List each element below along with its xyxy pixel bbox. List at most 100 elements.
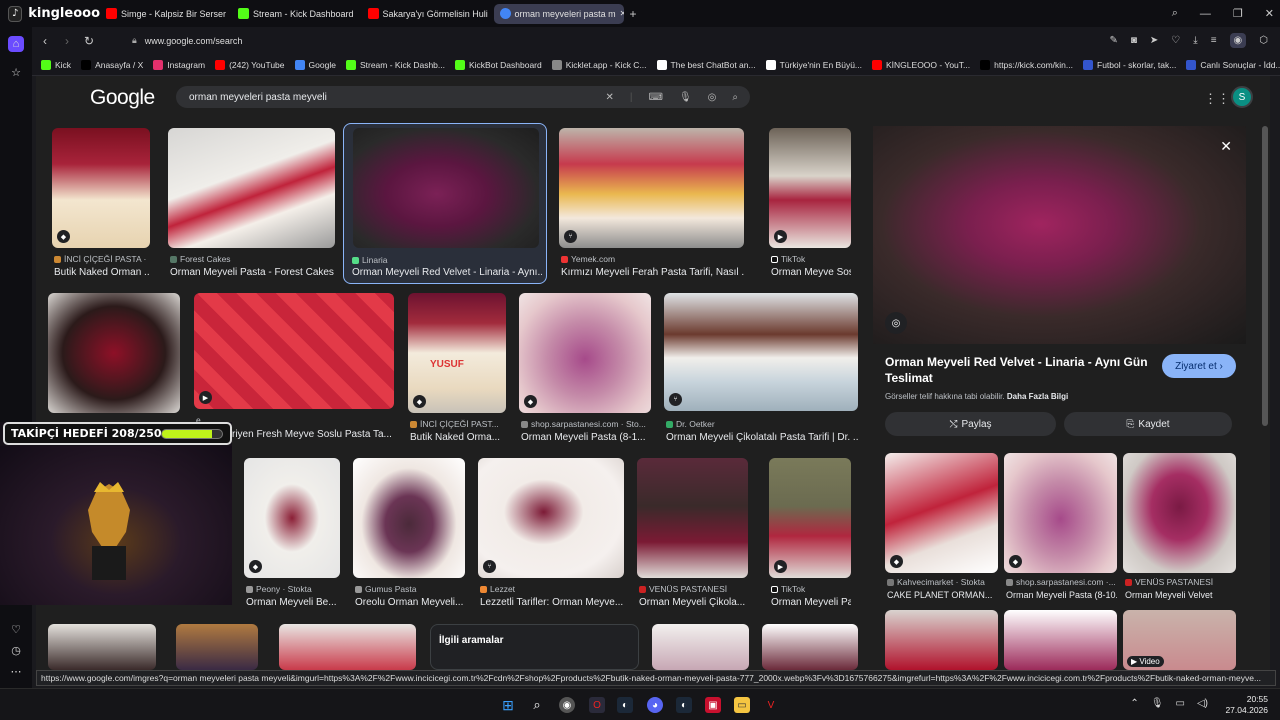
- windows-start-icon[interactable]: ⊞: [500, 697, 516, 713]
- app-icon[interactable]: ▣: [705, 697, 721, 713]
- result-title[interactable]: CAKE PLANET ORMAN...: [887, 590, 998, 600]
- preview-title[interactable]: Orman Meyveli Red Velvet - Linaria - Ayn…: [885, 354, 1155, 386]
- result-thumbnail[interactable]: [168, 128, 335, 248]
- lens-icon[interactable]: ◎: [708, 92, 717, 103]
- result-title[interactable]: Kırmızı Meyveli Ferah Pasta Tarifi, Nası…: [561, 267, 744, 278]
- bookmark-item[interactable]: Google: [294, 59, 336, 70]
- image-result[interactable]: Forest Cakes Orman Meyveli Pasta - Fores…: [168, 128, 335, 282]
- image-result[interactable]: [176, 624, 258, 670]
- back-icon[interactable]: ‹: [34, 34, 56, 48]
- result-thumbnail[interactable]: ◆: [244, 458, 340, 578]
- tab-2[interactable]: Sakarya'yı Görmelisin Huli: [362, 4, 492, 24]
- panel-scrollbar[interactable]: [1262, 126, 1268, 426]
- visit-button[interactable]: Ziyaret et ›: [1162, 354, 1236, 378]
- bookmark-item[interactable]: Stream - Kick Dashb...: [345, 59, 445, 70]
- image-result[interactable]: [48, 293, 180, 413]
- image-result[interactable]: ⑂ Lezzet Lezzetli Tarifler: Orman Meyve.…: [478, 458, 624, 613]
- send-icon[interactable]: ➤: [1150, 35, 1158, 46]
- result-thumbnail[interactable]: ▶: [769, 128, 851, 248]
- result-title[interactable]: Butik Naked Orman ...: [54, 267, 150, 278]
- related-image[interactable]: ◆ shop.sarpastanesi.com ·... Orman Meyve…: [1004, 453, 1117, 603]
- share-button[interactable]: ⤭ Paylaş: [885, 412, 1056, 436]
- minimize-icon[interactable]: —: [1200, 8, 1211, 20]
- result-thumbnail[interactable]: ◆: [52, 128, 150, 248]
- display-icon[interactable]: ▭: [1176, 698, 1185, 709]
- result-thumbnail[interactable]: ◆ YUSUF: [408, 293, 506, 413]
- system-clock[interactable]: 20:55 27.04.2026: [1225, 694, 1268, 716]
- result-title[interactable]: Orman Meyveli Çikolatalı Pasta Tarifi | …: [666, 432, 858, 443]
- tab-3-active[interactable]: orman meyveleri pasta m ✕: [493, 3, 624, 24]
- image-result[interactable]: ⑂ Dr. Oetker Orman Meyveli Çikolatalı Pa…: [664, 293, 858, 449]
- result-thumbnail[interactable]: ▶: [769, 458, 851, 578]
- related-image[interactable]: [885, 610, 998, 670]
- image-result[interactable]: ▶ TikTok Orman Meyveli Pa...: [769, 458, 851, 613]
- download-icon[interactable]: ⤓: [1193, 35, 1197, 46]
- tab-1[interactable]: Stream - Kick Dashboard: [232, 4, 360, 24]
- forward-icon[interactable]: ›: [56, 34, 78, 48]
- lens-search-icon[interactable]: ◎: [885, 312, 907, 334]
- image-result[interactable]: ◆ İNCİ ÇİÇEĞİ PASTA · Butik Naked Orman …: [52, 128, 150, 282]
- result-thumbnail[interactable]: [1123, 453, 1236, 573]
- edit-icon[interactable]: ✎: [1109, 35, 1117, 46]
- result-title[interactable]: Orman Meyveli Velvet: [1125, 590, 1236, 600]
- image-result[interactable]: ▶ TikTok Orman Meyve Sosl...: [769, 128, 851, 282]
- more-icon[interactable]: ⋯: [8, 663, 24, 679]
- heart-icon[interactable]: ♡: [8, 621, 24, 637]
- steam-icon-2[interactable]: ◐: [676, 697, 692, 713]
- result-title[interactable]: riyen Fresh Meyve Soslu Pasta Ta...: [232, 429, 394, 440]
- result-thumbnail[interactable]: [48, 293, 180, 413]
- new-tab-icon[interactable]: +: [630, 7, 637, 21]
- star-icon[interactable]: ☆: [8, 64, 24, 80]
- result-title[interactable]: Oreolu Orman Meyveli...: [355, 597, 465, 608]
- result-thumbnail[interactable]: ◆: [1004, 453, 1117, 573]
- image-result[interactable]: ⑂ Yemek.com Kırmızı Meyveli Ferah Pasta …: [559, 128, 744, 282]
- url-field[interactable]: 🔒︎ www.google.com/search: [132, 31, 1132, 50]
- bookmark-item[interactable]: Kicklet.app - Kick C...: [551, 59, 647, 70]
- image-result[interactable]: [48, 624, 156, 670]
- history-icon[interactable]: ◷: [8, 642, 24, 658]
- related-image[interactable]: ▶ Video: [1123, 610, 1236, 670]
- image-result[interactable]: VENÜS PASTANESİ Orman Meyveli Çikola...: [637, 458, 748, 613]
- result-title[interactable]: Butik Naked Orma...: [410, 432, 506, 443]
- profile-icon[interactable]: ◉: [1229, 33, 1247, 48]
- bookmark-item[interactable]: KİNGLEOOO - YouT...: [872, 59, 970, 70]
- result-thumbnail[interactable]: [637, 458, 748, 578]
- result-thumbnail[interactable]: ▶: [194, 293, 394, 409]
- result-title[interactable]: Orman Meyveli Pasta (8-10...: [1006, 590, 1117, 600]
- bookmark-item[interactable]: Canlı Sonuçlar - İdd...: [1186, 59, 1280, 70]
- preview-image[interactable]: [873, 126, 1246, 344]
- menu-icon[interactable]: ≡: [1211, 35, 1217, 46]
- close-window-icon[interactable]: ✕: [1265, 7, 1274, 20]
- result-thumbnail[interactable]: [353, 128, 539, 248]
- result-title[interactable]: Orman Meyve Sosl...: [771, 267, 851, 278]
- result-thumbnail[interactable]: ◆: [519, 293, 651, 413]
- bookmark-item[interactable]: Kick: [41, 59, 71, 70]
- image-result[interactable]: ◆ shop.sarpastanesi.com · Sto... Orman M…: [519, 293, 651, 449]
- google-logo[interactable]: Google: [90, 86, 155, 110]
- chrome-icon[interactable]: ◉: [559, 697, 575, 713]
- search-icon[interactable]: ⌕: [529, 697, 545, 713]
- tab-0[interactable]: Simge - Kalpsiz Bir Serser: [100, 4, 230, 24]
- bookmark-item[interactable]: Anasayfa / X: [81, 59, 143, 70]
- search-icon[interactable]: ⌕: [732, 92, 738, 103]
- result-title[interactable]: Orman Meyveli Pa...: [771, 597, 851, 608]
- result-title[interactable]: Orman Meyveli Be...: [246, 597, 340, 608]
- file-explorer-icon[interactable]: ▭: [734, 697, 750, 713]
- image-result[interactable]: ◆ YUSUF İNCİ ÇİÇEĞİ PAST... Butik Naked O…: [408, 293, 506, 449]
- camera-icon[interactable]: ◙: [1131, 35, 1137, 46]
- extensions-icon[interactable]: ⬡: [1259, 35, 1268, 46]
- bookmark-item[interactable]: KickBot Dashboard: [454, 59, 542, 70]
- close-tab-icon[interactable]: ✕: [620, 9, 624, 18]
- learn-more-link[interactable]: Daha Fazla Bilgi: [1007, 392, 1068, 401]
- image-result[interactable]: ◆ Peony · Stokta Orman Meyveli Be...: [244, 458, 340, 613]
- image-result[interactable]: [279, 624, 416, 670]
- valorant-icon[interactable]: V: [763, 697, 779, 713]
- opera-gx-icon[interactable]: O: [589, 697, 605, 713]
- result-thumbnail[interactable]: ⑂: [559, 128, 744, 248]
- volume-icon[interactable]: ◁): [1197, 698, 1208, 709]
- discord-icon[interactable]: ◕: [647, 697, 663, 713]
- bookmark-item[interactable]: The best ChatBot an...: [656, 59, 756, 70]
- result-title[interactable]: Orman Meyveli Çikola...: [639, 597, 748, 608]
- keyboard-icon[interactable]: ⌨: [649, 92, 663, 103]
- result-thumbnail[interactable]: [353, 458, 465, 578]
